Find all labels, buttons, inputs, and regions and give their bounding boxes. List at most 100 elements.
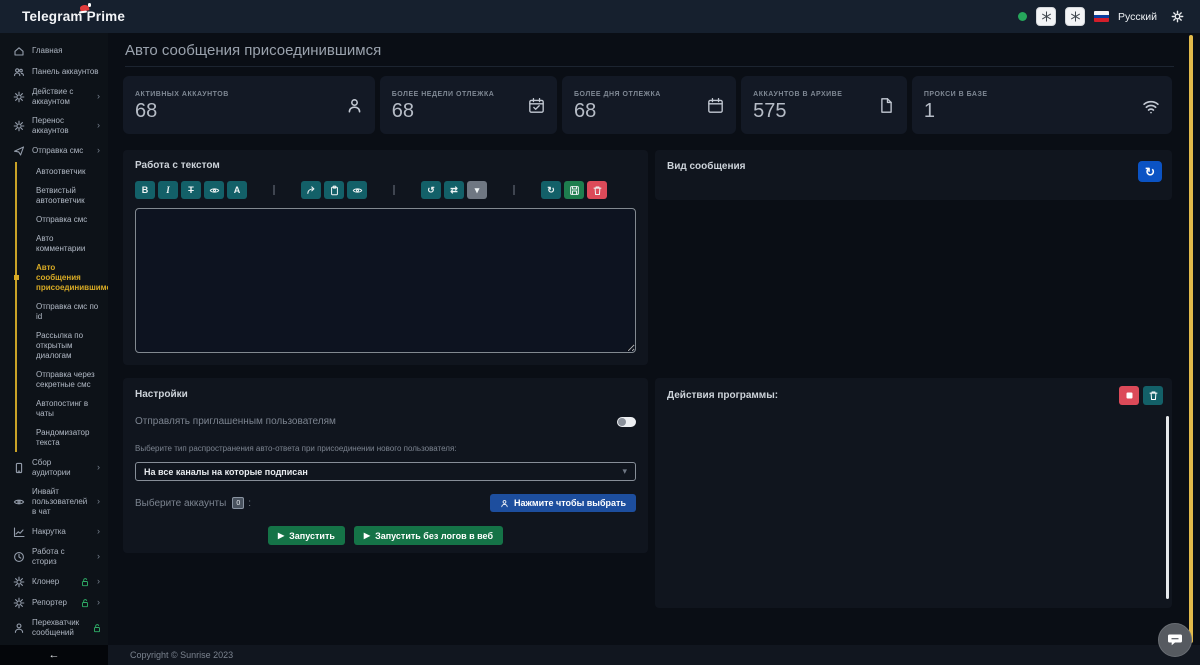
history-undo-button[interactable]: ↺ [421,181,441,199]
sidebar-item-label: Работа с сториз [32,546,65,566]
delete-text-button[interactable] [587,181,607,199]
trash-icon [592,185,603,196]
stat-card-active-accounts: АКТИВНЫХ АККАУНТОВ 68 [123,76,375,134]
sidebar-item-sms-sending[interactable]: Отправка смс › [0,140,108,161]
eye-icon [209,185,220,196]
play-icon: ▶ [278,530,285,540]
lock-open-icon [80,598,90,608]
font-button[interactable]: A [227,181,247,199]
save-button[interactable] [564,181,584,199]
submenu-item-open-dialogs-broadcast[interactable]: Рассылка по открытым диалогам [17,326,108,365]
person-icon [500,499,509,508]
panel-title: Действия программы: [667,390,779,401]
snowflake-toggle-button[interactable] [1065,7,1086,26]
sidebar-item-account-transfer[interactable]: Перенос аккаунтов › [0,111,108,140]
stat-label: БОЛЕЕ НЕДЕЛИ ОТЛЕЖКА [391,90,495,98]
panel-title: Работа с текстом [135,160,220,171]
bold-button[interactable]: B [135,181,155,199]
toolbar-separator [513,185,515,195]
submenu-label: Отправка через секретные смс [36,369,95,389]
footer-bar: Copyright © Sunrise 2023 [108,645,1200,665]
italic-button[interactable]: I [158,181,178,199]
submenu-item-auto-messages-joined[interactable]: Авто сообщения присоединившимся [13,258,108,297]
accounts-count-badge: 0 [232,497,245,509]
submenu-item-auto-comments[interactable]: Авто комментарии [17,229,108,258]
distribution-type-select[interactable]: На все каналы на которые подписан ▾ [135,462,636,481]
toggle-knob [618,417,626,426]
person-icon [346,97,363,114]
sidebar-item-message-interceptor[interactable]: Перехватчик сообщений [0,613,108,642]
paste-button[interactable] [324,181,344,199]
toolbar-separator [393,185,395,195]
send-to-invited-toggle[interactable] [617,416,636,427]
preview-eye-button[interactable] [347,181,367,199]
stat-card-day-rest: БОЛЕЕ ДНЯ ОТЛЕЖКА 68 [562,76,737,134]
clear-log-button[interactable] [1143,386,1163,405]
submenu-label: Ветвистый автоответчик [36,185,85,205]
spoiler-eye-button[interactable] [204,181,224,199]
stop-icon [1126,392,1132,399]
submenu-item-sms-send[interactable]: Отправка смс [17,210,108,229]
submenu-item-autoposting[interactable]: Автопостинг в чаты [17,394,108,423]
support-chat-button[interactable] [1158,623,1192,657]
sidebar-item-label: Отправка смс [32,145,84,155]
stat-value: 68 [391,99,414,122]
settings-gear-icon[interactable] [1171,10,1184,23]
sidebar-collapse-button[interactable]: ← [0,645,108,665]
shuffle-button[interactable]: ⇄ [444,181,464,199]
chevron-right-icon: › [97,551,100,561]
run-button[interactable]: ▶ Запустить [268,526,345,545]
stats-row: АКТИВНЫХ АККАУНТОВ 68 БОЛЕЕ НЕДЕЛИ ОТЛЕЖ… [123,76,1173,134]
chevron-right-icon: › [97,145,100,155]
accounts-colon: : [248,497,252,509]
sidebar-item-label: Перенос аккаунтов [32,115,69,135]
sidebar-item-invite-users[interactable]: Инвайт пользователей в чат › [0,482,108,521]
message-view-panel: Вид сообщения ↻ [655,150,1172,200]
sidebar-item-stories[interactable]: Работа с сториз › [0,542,108,571]
submenu-item-sms-by-id[interactable]: Отправка смс по id [17,297,108,326]
person-icon [13,622,25,634]
more-dropdown-button[interactable]: ▾ [467,181,487,199]
sidebar-item-accounts-panel[interactable]: Панель аккаунтов [0,61,108,82]
chevron-right-icon: › [97,597,100,607]
submenu-item-branched-autoresponder[interactable]: Ветвистый автоответчик [17,181,108,210]
choose-accounts-button[interactable]: Нажмите чтобы выбрать [490,494,636,512]
submenu-item-text-randomizer[interactable]: Рандомизатор текста [17,423,108,452]
stop-button[interactable] [1119,386,1139,405]
trash-icon [1148,390,1159,401]
sidebar-item-cloner[interactable]: Клонер › [0,571,108,592]
program-actions-panel: Действия программы: [655,378,1172,608]
run-without-logs-button[interactable]: ▶ Запустить без логов в веб [353,526,503,545]
text-toolbar: B I T A ↺ ⇄ ▾ ↻ [135,181,636,199]
chevron-right-icon: › [97,91,100,101]
message-text-input[interactable] [135,208,636,353]
submenu-item-secret-sms[interactable]: Отправка через секретные смс [17,365,108,394]
submenu-label: Автоответчик [36,166,86,176]
sidebar-item-account-action[interactable]: Действие с аккаунтом › [0,82,108,111]
log-scrollbar[interactable] [1166,416,1169,599]
brand-logo[interactable]: Telegram Prime [22,3,125,24]
redo-arrow-button[interactable] [301,181,321,199]
language-selector[interactable]: Русский [1118,11,1157,23]
strikethrough-button[interactable]: T [181,181,201,199]
gear-icon [13,120,25,132]
lock-open-icon [92,623,102,633]
copyright-text: Copyright © Sunrise 2023 [130,650,234,660]
stat-label: АКТИВНЫХ АККАУНТОВ [135,90,229,98]
sidebar-item-boosting[interactable]: Накрутка › [0,521,108,542]
submenu-item-autoresponder[interactable]: Автоответчик [17,162,108,181]
sidebar-item-audience-collection[interactable]: Сбор аудитории › [0,453,108,482]
stat-label: БОЛЕЕ ДНЯ ОТЛЕЖКА [574,90,661,98]
sidebar-item-home[interactable]: Главная [0,40,108,61]
refresh-text-button[interactable]: ↻ [541,181,561,199]
gear-icon [13,576,25,588]
refresh-view-button[interactable]: ↻ [1138,161,1162,182]
panel-title: Настройки [135,389,188,400]
snow-effect-button[interactable] [1036,7,1057,26]
sidebar-item-reporter[interactable]: Репортер › [0,592,108,613]
chevron-right-icon: › [97,576,100,586]
select-value: На все каналы на которые подписан [144,466,308,477]
stat-card-week-rest: БОЛЕЕ НЕДЕЛИ ОТЛЕЖКА 68 [379,76,558,134]
snowflake-icon [1070,11,1081,22]
page-scrollbar[interactable] [1189,35,1193,643]
